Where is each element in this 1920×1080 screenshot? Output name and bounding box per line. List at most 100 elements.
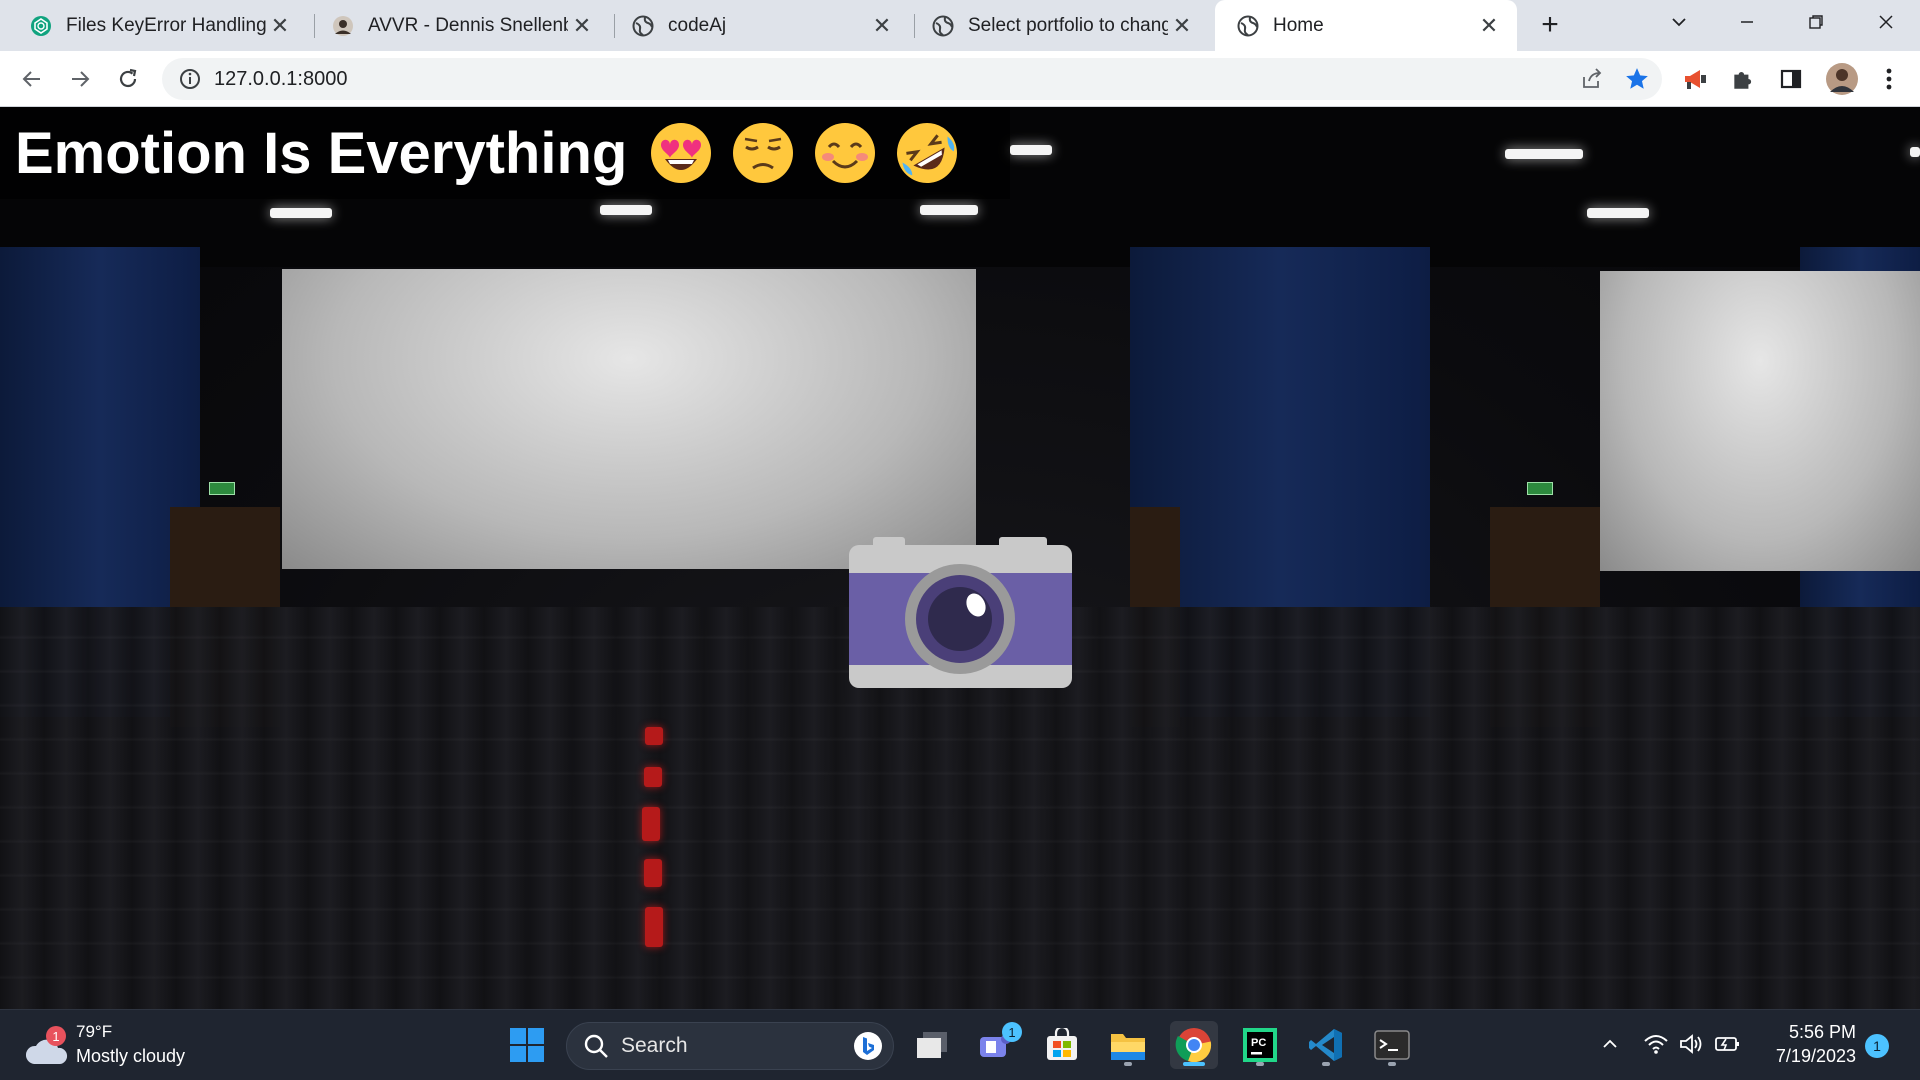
aisle-light bbox=[644, 859, 662, 887]
reload-icon bbox=[119, 68, 137, 88]
browser-menu-icon[interactable] bbox=[1873, 63, 1905, 95]
teams-button[interactable]: 1 bbox=[972, 1021, 1022, 1069]
svg-text:PC: PC bbox=[1251, 1037, 1266, 1049]
search-icon bbox=[584, 1034, 608, 1058]
search-label: Search bbox=[621, 1034, 688, 1057]
show-hidden-icons-chevron-icon[interactable] bbox=[1594, 1028, 1626, 1060]
clock-date: 7/19/2023 bbox=[1775, 1046, 1856, 1066]
running-indicator bbox=[1256, 1062, 1264, 1066]
forward-arrow-icon bbox=[72, 71, 90, 87]
ceiling-light bbox=[1910, 147, 1920, 157]
windows-logo-icon bbox=[510, 1028, 544, 1062]
globe-icon bbox=[932, 15, 954, 37]
reload-button[interactable] bbox=[110, 61, 146, 97]
weather-widget[interactable]: 1 79°F Mostly cloudy bbox=[26, 1020, 206, 1072]
aisle-light bbox=[645, 727, 663, 745]
emoji-row bbox=[649, 121, 977, 185]
minimize-button[interactable] bbox=[1718, 0, 1776, 44]
close-tab-button[interactable]: ✕ bbox=[1475, 12, 1503, 40]
weather-condition: Mostly cloudy bbox=[76, 1046, 186, 1066]
ceiling-light bbox=[1587, 208, 1649, 218]
pycharm-icon: PC bbox=[1243, 1028, 1277, 1062]
exit-sign bbox=[1527, 482, 1553, 495]
taskbar-search[interactable]: Search bbox=[566, 1022, 894, 1070]
chrome-icon bbox=[1175, 1028, 1212, 1063]
running-indicator bbox=[1388, 1062, 1396, 1066]
chrome-button[interactable] bbox=[1170, 1021, 1218, 1069]
back-arrow-icon bbox=[22, 71, 40, 87]
terminal-button[interactable] bbox=[1368, 1021, 1416, 1069]
weather-temperature: 79°F bbox=[76, 1022, 113, 1041]
tab-codeaj[interactable]: codeAj ✕ bbox=[610, 0, 910, 51]
start-button[interactable] bbox=[503, 1021, 551, 1069]
back-button[interactable] bbox=[14, 61, 50, 97]
ceiling-light bbox=[600, 205, 652, 215]
store-icon bbox=[1047, 1028, 1077, 1060]
active-indicator bbox=[1183, 1062, 1205, 1066]
new-tab-button[interactable]: + bbox=[1533, 8, 1567, 42]
cinema-screen-right bbox=[1600, 271, 1920, 571]
ceiling-light bbox=[920, 205, 978, 215]
notification-badge[interactable]: 1 bbox=[1865, 1034, 1889, 1058]
battery-icon[interactable] bbox=[1712, 1028, 1744, 1060]
clock-time: 5:56 PM bbox=[1788, 1022, 1856, 1042]
vscode-button[interactable] bbox=[1302, 1021, 1350, 1069]
close-tab-button[interactable]: ✕ bbox=[868, 12, 896, 40]
close-tab-button[interactable]: ✕ bbox=[568, 12, 596, 40]
ceiling-light bbox=[1505, 149, 1583, 159]
forward-button[interactable] bbox=[62, 61, 98, 97]
share-icon[interactable] bbox=[1580, 67, 1604, 96]
restore-button[interactable] bbox=[1787, 0, 1845, 44]
megaphone-extension-icon[interactable] bbox=[1679, 63, 1711, 95]
aisle-light bbox=[645, 907, 663, 947]
tab-title: Home bbox=[1273, 14, 1324, 36]
browser-tab-strip: Files KeyError Handling ✕ AVVR - Dennis … bbox=[0, 0, 1920, 51]
url-text[interactable]: 127.0.0.1:8000 bbox=[214, 68, 347, 91]
rolling-laughing-emoji-icon bbox=[897, 122, 958, 183]
page-viewport: Emotion Is Everything bbox=[0, 107, 1920, 1009]
tab-title: Select portfolio to change bbox=[968, 14, 1168, 36]
profile-avatar[interactable] bbox=[1822, 59, 1862, 99]
tab-title: AVVR - Dennis Snellenberg bbox=[368, 14, 568, 36]
openai-icon bbox=[30, 15, 52, 37]
close-tab-button[interactable]: ✕ bbox=[266, 12, 294, 40]
store-button[interactable] bbox=[1038, 1021, 1086, 1069]
bing-icon[interactable] bbox=[853, 1031, 883, 1061]
tab-files-keyerror[interactable]: Files KeyError Handling ✕ bbox=[8, 0, 308, 51]
page-title: Emotion Is Everything bbox=[15, 120, 628, 186]
avatar-icon bbox=[332, 15, 354, 37]
tab-title: codeAj bbox=[668, 14, 727, 36]
smiling-blush-emoji-icon bbox=[815, 123, 876, 183]
tab-avvr[interactable]: AVVR - Dennis Snellenberg ✕ bbox=[310, 0, 610, 51]
extensions-puzzle-icon[interactable] bbox=[1727, 63, 1759, 95]
side-panel-icon[interactable] bbox=[1775, 63, 1807, 95]
wifi-icon[interactable] bbox=[1640, 1028, 1672, 1060]
running-indicator bbox=[1124, 1062, 1132, 1066]
exit-sign bbox=[209, 482, 235, 495]
file-explorer-button[interactable] bbox=[1104, 1021, 1152, 1069]
running-indicator bbox=[1322, 1062, 1330, 1066]
close-tab-button[interactable]: ✕ bbox=[1168, 12, 1196, 40]
weather-badge: 1 bbox=[46, 1026, 66, 1046]
tab-home[interactable]: Home ✕ bbox=[1215, 0, 1517, 51]
teams-badge: 1 bbox=[1002, 1022, 1022, 1042]
cinema-screen bbox=[282, 269, 976, 569]
system-clock[interactable]: 5:56 PM 7/19/2023 bbox=[1752, 1020, 1856, 1068]
bookmark-star-icon[interactable] bbox=[1624, 66, 1650, 97]
task-view-icon bbox=[917, 1032, 947, 1058]
volume-icon[interactable] bbox=[1676, 1028, 1708, 1060]
globe-icon bbox=[1237, 15, 1259, 37]
camera-icon[interactable] bbox=[849, 533, 1072, 688]
close-window-button[interactable] bbox=[1857, 0, 1915, 44]
vscode-icon bbox=[1309, 1029, 1342, 1061]
hero-banner: Emotion Is Everything bbox=[0, 107, 1010, 199]
task-view-button[interactable] bbox=[908, 1021, 956, 1069]
tab-search-chevron-icon[interactable] bbox=[1650, 0, 1708, 44]
pycharm-button[interactable]: PC bbox=[1236, 1021, 1284, 1069]
site-info-icon[interactable] bbox=[178, 67, 202, 91]
terminal-icon bbox=[1374, 1030, 1410, 1060]
file-explorer-icon bbox=[1111, 1034, 1145, 1060]
tab-select-portfolio[interactable]: Select portfolio to change ✕ bbox=[910, 0, 1210, 51]
address-bar[interactable]: 127.0.0.1:8000 bbox=[162, 58, 1662, 100]
ceiling-light bbox=[270, 208, 332, 218]
